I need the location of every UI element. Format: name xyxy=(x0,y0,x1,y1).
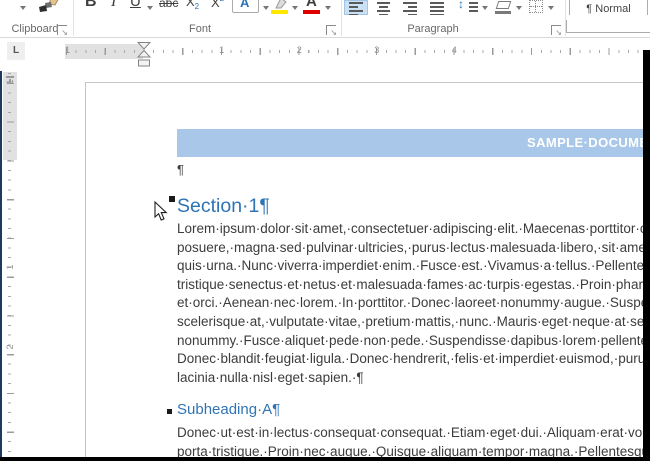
ruler-number: 3 xyxy=(371,45,383,55)
left-indent-marker xyxy=(139,60,150,66)
body-line[interactable]: Donec·ut·est·in·lectus·consequat·consequ… xyxy=(177,425,643,440)
subscript-two: 2 xyxy=(195,2,199,11)
font-color-bar[interactable] xyxy=(303,10,320,14)
line-spacing-caret-icon[interactable] xyxy=(482,6,488,10)
body-line[interactable]: lacinia·nulla·nisl·eget·sapien.·¶ xyxy=(177,370,643,385)
borders-grid-icon[interactable] xyxy=(529,0,543,13)
heading-collapse-square[interactable] xyxy=(169,196,175,202)
paragraph-group-label: Paragraph xyxy=(348,23,518,36)
top-margin-marker[interactable] xyxy=(6,76,14,78)
subscript-x: X xyxy=(186,0,195,9)
italic-button[interactable]: I xyxy=(111,0,116,11)
window-edge-bottom xyxy=(0,457,650,461)
first-line-indent-marker xyxy=(138,43,150,50)
indent-markers[interactable] xyxy=(137,42,152,67)
bold-button[interactable]: B xyxy=(85,0,97,11)
text-effects-caret-icon[interactable] xyxy=(263,6,269,10)
heading-collapse-square[interactable] xyxy=(167,409,172,414)
borders-caret-icon[interactable] xyxy=(548,6,554,10)
body-line[interactable]: Donec·blandit·feugiat·ligula.·Donec·hend… xyxy=(177,351,643,366)
group-separator xyxy=(565,0,566,36)
tab-stop-selector[interactable]: L xyxy=(7,42,25,60)
superscript-button[interactable]: X2 xyxy=(211,0,224,10)
subscript-button[interactable]: X2 xyxy=(186,0,199,11)
document-page[interactable]: SAMPLE·DOCUMENT¶ ¶ Section·1¶ Lorem·ipsu… xyxy=(85,82,643,457)
ribbon: B I U abc X2 X2 A A xyxy=(0,0,650,38)
shading-caret-icon[interactable] xyxy=(516,6,522,10)
ruler-number: 1 xyxy=(62,45,74,55)
section1-heading[interactable]: Section·1¶ xyxy=(177,195,270,218)
font-color-caret-icon[interactable] xyxy=(325,6,331,10)
word-window: B I U abc X2 X2 A A xyxy=(0,0,650,461)
window-edge-left xyxy=(0,71,2,461)
ruler-number: 2 xyxy=(5,341,15,353)
format-painter-icon[interactable] xyxy=(38,0,60,15)
window-edge-right xyxy=(643,50,650,461)
highlight-caret-icon[interactable] xyxy=(292,6,298,10)
ruler-half-ticks xyxy=(66,48,643,55)
ruler-number: 4 xyxy=(448,45,460,55)
paste-dropdown-caret-icon[interactable] xyxy=(20,6,26,10)
ribbon-button-row: B I U abc X2 X2 A A xyxy=(0,0,650,15)
align-justify-button[interactable] xyxy=(425,0,449,15)
align-right-button[interactable] xyxy=(398,0,422,15)
body-line[interactable]: posuere,·magna·sed·pulvinar·ultricies,·p… xyxy=(177,240,643,255)
underline-caret-icon[interactable] xyxy=(147,6,153,10)
highlight-color-bar[interactable] xyxy=(271,10,288,14)
align-center-button[interactable] xyxy=(371,0,395,15)
ruler-number: 2 xyxy=(293,45,305,55)
launcher-arrow-icon: ↘ xyxy=(555,29,562,37)
vertical-ruler: 1 1 2 xyxy=(3,72,17,457)
ruler-number: 1 xyxy=(216,45,228,55)
font-group-label: Font xyxy=(80,23,320,36)
text-effects-button[interactable]: A xyxy=(232,0,259,13)
subheading-a[interactable]: Subheading·A¶ xyxy=(177,401,280,418)
body-line[interactable]: et·orci.·Aenean·nec·lorem.·In·porttitor.… xyxy=(177,295,643,310)
empty-paragraph-mark: ¶ xyxy=(177,162,184,177)
highlight-pen-icon[interactable] xyxy=(272,0,288,10)
font-dialog-launcher[interactable]: ↘ xyxy=(326,25,336,35)
body-line[interactable]: porta·tristique.·Proin·nec·augue.·Quisqu… xyxy=(177,444,643,457)
shading-bucket-icon[interactable] xyxy=(496,1,512,9)
body-line[interactable]: tristique·senectus·et·netus·et·malesuada… xyxy=(177,277,643,292)
hanging-indent-marker xyxy=(138,51,150,58)
ruler-number: 1 xyxy=(5,261,15,273)
styles-gallery-frame xyxy=(566,32,650,33)
line-spacing-icon[interactable]: ↕ xyxy=(458,0,464,11)
mouse-cursor-icon xyxy=(154,201,168,222)
underline-button[interactable]: U xyxy=(130,0,141,10)
font-color-button[interactable]: A xyxy=(306,0,317,10)
group-separator xyxy=(73,0,74,36)
body-line[interactable]: nonummy.·Fusce·aliquet·pede·non·pede.·Su… xyxy=(177,333,643,348)
body-line[interactable]: quis·urna.·Nunc·viverra·imperdiet·enim.·… xyxy=(177,258,643,273)
group-separator xyxy=(341,0,342,36)
title-banner[interactable]: SAMPLE·DOCUMENT¶ xyxy=(177,129,643,157)
shading-bar[interactable] xyxy=(495,11,511,14)
paragraph-dialog-launcher[interactable]: ↘ xyxy=(551,25,561,35)
body-line[interactable]: scelerisque·at,·vulputate·vitae,·pretium… xyxy=(177,314,643,329)
align-left-button[interactable] xyxy=(344,0,368,15)
banner-title: SAMPLE·DOCUMENT¶ xyxy=(527,135,643,150)
style-normal-button[interactable]: ¶ Normal xyxy=(569,0,648,15)
line-spacing-lines[interactable] xyxy=(469,2,478,14)
launcher-arrow-icon: ↘ xyxy=(330,29,337,37)
superscript-two: 2 xyxy=(220,0,224,3)
superscript-x: X xyxy=(211,0,220,10)
top-margin-marker[interactable] xyxy=(9,79,11,84)
body-line[interactable]: Lorem·ipsum·dolor·sit·amet,·consectetuer… xyxy=(177,221,643,236)
text-effects-a: A xyxy=(240,0,249,10)
launcher-arrow-icon: ↘ xyxy=(61,29,68,37)
strikethrough-button[interactable]: abc xyxy=(159,0,178,10)
clipboard-dialog-launcher[interactable]: ↘ xyxy=(57,25,67,35)
